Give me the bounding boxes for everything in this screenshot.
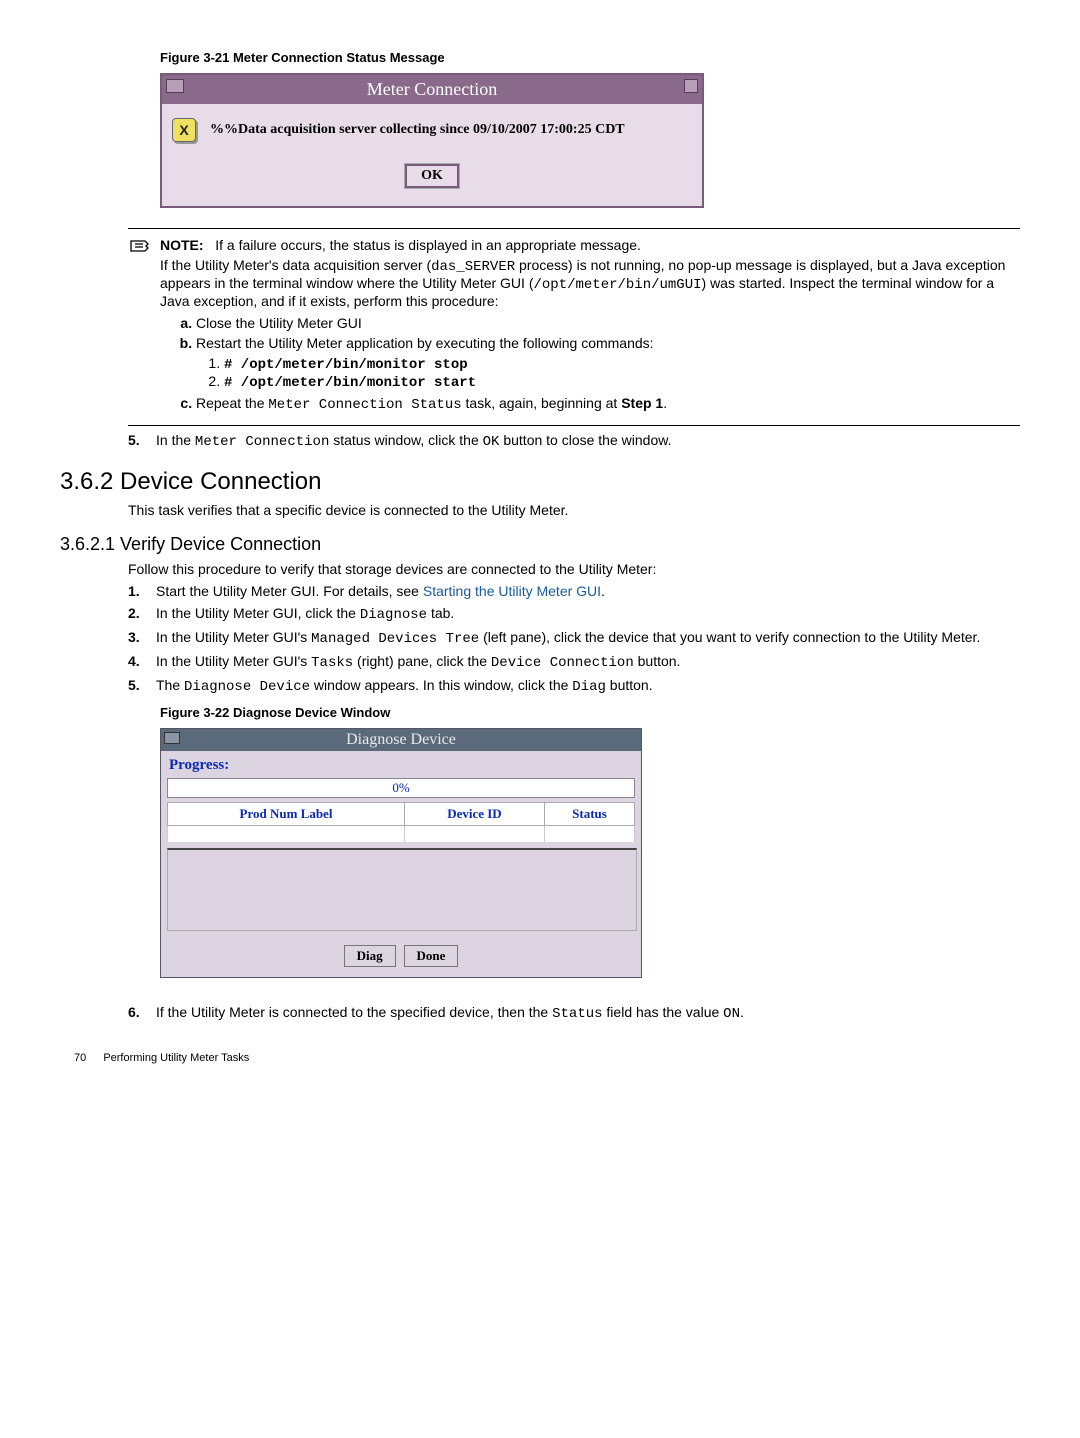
code-umgui-path: /opt/meter/bin/umGUI: [533, 277, 701, 293]
progress-bar: 0%: [167, 778, 635, 798]
meter-connection-dialog: Meter Connection X %%Data acquisition se…: [160, 73, 704, 208]
note-step-c: Repeat the Meter Connection Status task,…: [196, 395, 1020, 413]
divider: [128, 228, 1020, 229]
section-intro-3621: Follow this procedure to verify that sto…: [128, 561, 1020, 577]
note-step-a: Close the Utility Meter GUI: [196, 315, 1020, 331]
note-icon: [128, 237, 154, 265]
page-number: 70: [74, 1052, 86, 1064]
window-menu-icon[interactable]: [166, 79, 184, 93]
error-icon: X: [172, 118, 196, 142]
dialog-titlebar: Meter Connection: [162, 75, 702, 104]
table-body-area: [167, 848, 637, 931]
ok-button[interactable]: OK: [405, 164, 459, 188]
col-prod-num: Prod Num Label: [168, 803, 405, 826]
table-row: [168, 826, 635, 843]
figure-caption-1: Figure 3-21 Meter Connection Status Mess…: [160, 50, 1020, 65]
diagnose-device-dialog: Diagnose Device Progress: 0% Prod Num La…: [160, 728, 642, 978]
col-device-id: Device ID: [404, 803, 544, 826]
note-label: NOTE:: [160, 237, 204, 253]
procedure-step-6: 6. If the Utility Meter is connected to …: [128, 1004, 1020, 1022]
procedure-step-2: 2. In the Utility Meter GUI, click the D…: [128, 605, 1020, 623]
procedure-step-1: 1. Start the Utility Meter GUI. For deta…: [128, 583, 1020, 599]
code-monitor-stop: # /opt/meter/bin/monitor stop: [224, 357, 468, 373]
diag-button[interactable]: Diag: [344, 945, 396, 967]
code-das-server: das_SERVER: [431, 259, 515, 275]
link-starting-gui[interactable]: Starting the Utility Meter GUI: [423, 583, 601, 599]
done-button[interactable]: Done: [404, 945, 459, 967]
code-monitor-start: # /opt/meter/bin/monitor start: [224, 375, 476, 391]
procedure-step-3: 3. In the Utility Meter GUI's Managed De…: [128, 629, 1020, 647]
section-heading-3621: 3.6.2.1 Verify Device Connection: [60, 534, 1020, 555]
col-status: Status: [544, 803, 634, 826]
dialog-title: Meter Connection: [367, 79, 497, 99]
maximize-icon[interactable]: [684, 79, 698, 93]
section-heading-362: 3.6.2 Device Connection: [60, 468, 1020, 496]
procedure-step-5b: 5. The Diagnose Device window appears. I…: [128, 677, 1020, 695]
device-table: Prod Num Label Device ID Status: [167, 802, 635, 842]
window-menu-icon[interactable]: [164, 732, 180, 744]
footer-text: Performing Utility Meter Tasks: [103, 1052, 249, 1064]
page-footer: 70 Performing Utility Meter Tasks: [74, 1052, 1020, 1064]
procedure-step-4: 4. In the Utility Meter GUI's Tasks (rig…: [128, 653, 1020, 671]
divider: [128, 425, 1020, 426]
procedure-step-5: 5. In the Meter Connection status window…: [128, 432, 1020, 450]
dialog-titlebar: Diagnose Device: [161, 729, 641, 751]
progress-label: Progress:: [169, 757, 635, 774]
note-step-b: Restart the Utility Meter application by…: [196, 335, 1020, 391]
note-text: If a failure occurs, the status is displ…: [215, 237, 641, 253]
section-intro-362: This task verifies that a specific devic…: [128, 502, 1020, 518]
figure-caption-2: Figure 3-22 Diagnose Device Window: [160, 705, 1020, 720]
dialog-message: %%Data acquisition server collecting sin…: [210, 122, 625, 138]
note-body: NOTE: If a failure occurs, the status is…: [160, 237, 1020, 419]
dialog-title: Diagnose Device: [346, 731, 456, 748]
